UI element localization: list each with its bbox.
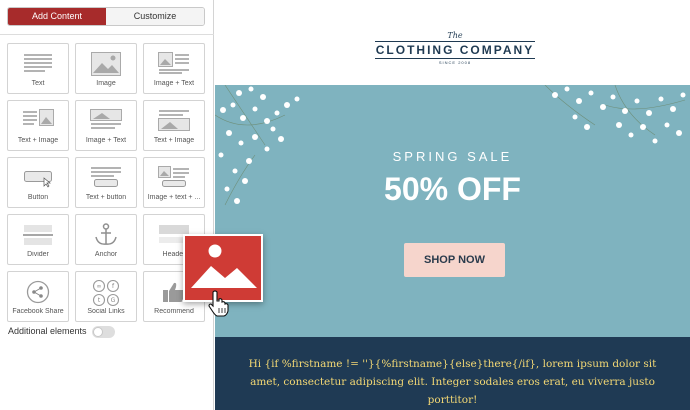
- tab-add-content[interactable]: Add Content: [8, 8, 106, 25]
- hand-pointer-icon: [208, 290, 229, 317]
- block-image-over-text[interactable]: Image + Text: [75, 100, 137, 151]
- block-text[interactable]: Text: [7, 43, 69, 94]
- content-sidebar: Add Content Customize Text Image Image +…: [0, 0, 214, 410]
- tile-label: Image + text + ...: [147, 194, 201, 201]
- social-links-icon: ∞ f t G: [92, 280, 120, 306]
- image-icon: [91, 52, 121, 76]
- tile-label: Anchor: [94, 251, 118, 258]
- tile-label: Text + Image: [17, 137, 59, 144]
- block-text-over-image[interactable]: Text + Image: [143, 100, 205, 151]
- baby-breath-flowers-decoration: [215, 85, 686, 206]
- block-text-image[interactable]: Text + Image: [7, 100, 69, 151]
- shop-now-button[interactable]: SHOP NOW: [404, 243, 505, 277]
- email-footer[interactable]: Hi {if %firstname != ''}{%firstname}{els…: [215, 337, 690, 410]
- block-facebook-share[interactable]: Facebook Share: [7, 271, 69, 322]
- logo-rule: [375, 41, 535, 42]
- logo-since: SINCE 2008: [438, 60, 472, 65]
- brand-logo: The CLOTHING COMPANY SINCE 2008: [375, 32, 535, 66]
- sidebar-divider: [0, 34, 214, 35]
- anchor-icon: [95, 223, 117, 245]
- hero-banner[interactable]: SPRING SALE 50% OFF SHOP NOW: [215, 85, 690, 337]
- logo-the: The: [447, 31, 463, 40]
- text-over-image-icon: [158, 110, 190, 131]
- tile-label: Divider: [27, 251, 49, 258]
- text-icon: [24, 54, 52, 72]
- hero-tagline: SPRING SALE: [392, 149, 513, 164]
- tile-label: Text + button: [85, 194, 127, 201]
- footer-text: Hi {if %firstname != ''}{%firstname}{els…: [248, 358, 657, 406]
- text-button-icon: [91, 167, 121, 187]
- svg-text:t: t: [98, 297, 101, 304]
- additional-elements-toggle[interactable]: [92, 326, 115, 338]
- tile-label: Social Links: [87, 308, 125, 315]
- block-image-text[interactable]: Image + Text: [143, 43, 205, 94]
- tile-label: Image: [96, 80, 116, 87]
- svg-text:∞: ∞: [97, 283, 102, 290]
- block-button[interactable]: Button: [7, 157, 69, 208]
- text-image-icon: [23, 109, 54, 126]
- email-header[interactable]: The CLOTHING COMPANY SINCE 2008: [215, 0, 690, 85]
- share-icon: [26, 280, 50, 304]
- block-anchor[interactable]: Anchor: [75, 214, 137, 265]
- block-text-button[interactable]: Text + button: [75, 157, 137, 208]
- logo-name: CLOTHING COMPANY: [375, 43, 535, 57]
- svg-text:G: G: [111, 297, 116, 304]
- tile-label: Recommend: [154, 308, 194, 315]
- tile-label: Button: [27, 194, 49, 201]
- block-divider[interactable]: Divider: [7, 214, 69, 265]
- additional-elements-label: Additional elements: [8, 326, 87, 336]
- tile-label: Text + Image: [153, 137, 195, 144]
- logo-rule: [375, 58, 535, 59]
- tile-label: Image + Text: [85, 137, 127, 144]
- tile-label: Text: [31, 80, 45, 87]
- email-preview: The CLOTHING COMPANY SINCE 2008 SPRING S…: [215, 0, 690, 410]
- image-over-text-icon: [90, 109, 122, 129]
- sidebar-tabs: Add Content Customize: [7, 7, 205, 26]
- block-social-links[interactable]: ∞ f t G Social Links: [75, 271, 137, 322]
- toggle-knob: [93, 327, 103, 337]
- divider-icon: [23, 225, 53, 245]
- block-image-text-button[interactable]: Image + text + ...: [143, 157, 205, 208]
- button-icon: [24, 171, 52, 188]
- image-text-button-icon: [158, 166, 189, 187]
- tab-customize[interactable]: Customize: [106, 8, 204, 25]
- tile-label: Image + Text: [153, 80, 195, 87]
- block-image[interactable]: Image: [75, 43, 137, 94]
- hero-headline: 50% OFF: [384, 171, 521, 207]
- image-text-icon: [158, 52, 189, 74]
- svg-text:f: f: [112, 283, 115, 290]
- tile-label: Facebook Share: [12, 308, 64, 315]
